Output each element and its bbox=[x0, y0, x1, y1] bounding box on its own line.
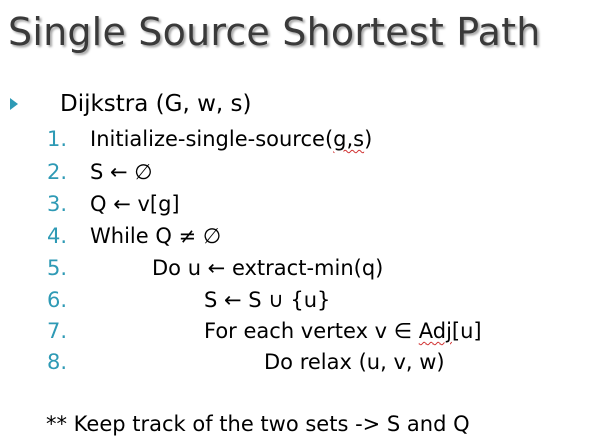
spellcheck-mark: g,s bbox=[333, 127, 365, 151]
step-text: While Q ≠ ∅ bbox=[90, 224, 222, 248]
spellcheck-mark: Adj bbox=[418, 319, 452, 343]
step-number: 5. bbox=[47, 256, 68, 280]
step-number: 1. bbox=[47, 127, 68, 151]
step-text: For each vertex v ∈ Adj[u] bbox=[204, 319, 482, 343]
step-number: 3. bbox=[47, 192, 68, 216]
step-number: 7. bbox=[47, 319, 68, 343]
step-number: 4. bbox=[47, 224, 68, 248]
step-text: S ← S ∪ {u} bbox=[204, 288, 331, 312]
step-text: Initialize-single-source(g,s) bbox=[90, 127, 373, 151]
algorithm-heading: Dijkstra (G, w, s) bbox=[60, 91, 252, 117]
step-text: Q ← v[g] bbox=[90, 192, 180, 216]
step-number: 8. bbox=[47, 350, 68, 374]
slide-title: Single Source Shortest Path bbox=[8, 10, 541, 54]
bullet-arrow-icon bbox=[10, 98, 18, 110]
step-number: 2. bbox=[47, 160, 68, 184]
step-text: S ← ∅ bbox=[90, 160, 153, 184]
step-number: 6. bbox=[47, 288, 68, 312]
step-text: Do relax (u, v, w) bbox=[264, 350, 445, 374]
footer-note: ** Keep track of the two sets -> S and Q bbox=[46, 412, 470, 436]
step-text: Do u ← extract-min(q) bbox=[152, 256, 384, 280]
